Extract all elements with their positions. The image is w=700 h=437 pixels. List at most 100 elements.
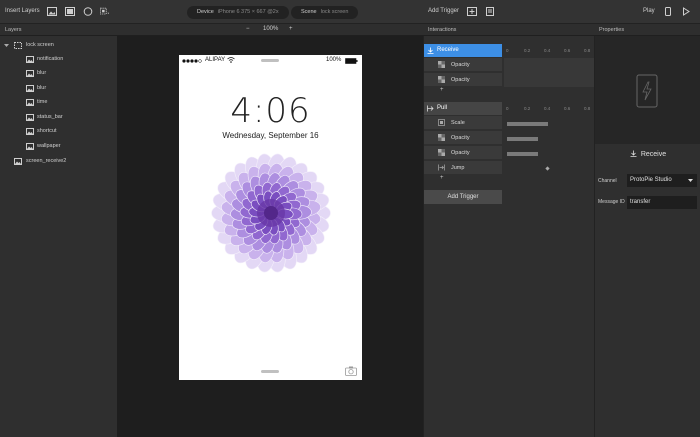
- battery-icon: [345, 58, 358, 64]
- opacity-icon: [438, 134, 445, 141]
- response-opacity[interactable]: Opacity: [424, 146, 502, 160]
- scene-selector[interactable]: Scene lock screen: [291, 6, 359, 19]
- opacity-icon: [438, 76, 445, 83]
- ruler-tick: 0.4: [544, 48, 551, 53]
- jump-keyframe[interactable]: [545, 166, 550, 171]
- layer-item-lock-screen[interactable]: lock screen: [0, 39, 117, 52]
- ruler-tick: 0.8: [584, 48, 591, 53]
- trigger-name: Pull: [437, 105, 448, 111]
- layer-item-blur[interactable]: blur: [0, 82, 117, 95]
- receive-icon: [630, 150, 637, 157]
- pull-icon: [427, 105, 434, 112]
- layer-item-wallpaper[interactable]: wallpaper: [0, 140, 117, 153]
- message-id-label: Message ID: [598, 199, 625, 205]
- response-label: Scale: [451, 120, 465, 126]
- response-opacity[interactable]: Opacity: [424, 73, 502, 87]
- chevron-down-icon: [688, 179, 693, 182]
- image-layer-icon: [26, 143, 34, 150]
- interactions-panel: Receive 0 0.2 0.4 0.6 0.8 Opacity Opacit…: [423, 36, 594, 437]
- rectangle-icon[interactable]: [65, 7, 75, 16]
- channel-select[interactable]: ProtoPie Studio: [627, 174, 697, 187]
- trigger-preview: [595, 36, 700, 144]
- trigger-title-text: Receive: [640, 151, 667, 158]
- layer-label: blur: [37, 85, 47, 91]
- image-layer-icon: [26, 99, 34, 106]
- container-dropdown-icon[interactable]: [100, 7, 110, 16]
- device-preview-icon[interactable]: [663, 7, 673, 16]
- add-trigger-button[interactable]: Add Trigger: [424, 190, 502, 204]
- receive-icon: [427, 47, 434, 54]
- add-trigger-toolbar-button[interactable]: Add Trigger: [428, 8, 459, 14]
- trigger-name: Receive: [437, 47, 459, 53]
- zoom-level[interactable]: 100%: [263, 26, 278, 32]
- layer-label: wallpaper: [37, 143, 61, 149]
- zoom-out-button[interactable]: −: [246, 26, 250, 32]
- layer-item-notification[interactable]: notification: [0, 53, 117, 66]
- interactions-panel-title: Interactions: [428, 27, 457, 33]
- opacity-duration-bar[interactable]: [507, 152, 538, 156]
- phone-receive-icon: [636, 74, 658, 108]
- layer-label: screen_receive2: [26, 158, 67, 164]
- opacity-icon: [438, 149, 445, 156]
- channel-value: ProtoPie Studio: [630, 177, 672, 183]
- jump-icon: [438, 164, 445, 171]
- response-jump[interactable]: Jump: [424, 161, 502, 175]
- zoom-in-button[interactable]: +: [289, 26, 293, 32]
- layer-label: notification: [37, 56, 64, 62]
- receive-timeline[interactable]: [504, 58, 594, 87]
- timeline-ruler: 0 0.2 0.4 0.6 0.8: [504, 102, 594, 115]
- trigger-receive[interactable]: Receive: [424, 44, 502, 57]
- add-trigger-icon[interactable]: [467, 7, 477, 16]
- play-label[interactable]: Play: [643, 8, 655, 14]
- layer-label: time: [37, 99, 48, 105]
- add-response-icon[interactable]: [485, 7, 495, 16]
- collapse-arrow-icon[interactable]: [4, 43, 9, 48]
- trigger-pull[interactable]: Pull: [424, 102, 502, 115]
- device-value: iPhone 6 375 × 667 @2x: [217, 9, 279, 15]
- response-opacity[interactable]: Opacity: [424, 131, 502, 145]
- response-label: Opacity: [451, 135, 470, 141]
- zoom-bar: − 100% +: [117, 24, 423, 36]
- interactions-panel-header: Interactions: [423, 24, 594, 36]
- device-selector[interactable]: Device iPhone 6 375 × 667 @2x: [187, 6, 289, 19]
- layer-item-status-bar[interactable]: status_bar: [0, 111, 117, 124]
- layer-item-time[interactable]: time: [0, 96, 117, 109]
- image-icon[interactable]: [47, 7, 57, 16]
- ellipse-icon[interactable]: [83, 7, 93, 16]
- message-id-input[interactable]: transfer: [627, 196, 697, 209]
- bottom-grabber: [261, 370, 279, 373]
- add-response-button[interactable]: +: [440, 87, 444, 93]
- properties-panel-header: Properties: [594, 24, 700, 36]
- layer-label: blur: [37, 70, 47, 76]
- play-icon[interactable]: [681, 7, 691, 16]
- scale-duration-bar[interactable]: [507, 122, 548, 126]
- lock-time: 4:06: [230, 91, 311, 131]
- ruler-tick: 0: [506, 48, 509, 53]
- response-scale[interactable]: Scale: [424, 116, 502, 130]
- layer-item-blur[interactable]: blur: [0, 67, 117, 80]
- insert-layers-label: Insert Layers: [5, 8, 40, 14]
- ruler-tick: 0.4: [544, 106, 551, 111]
- scene-label: Scene: [301, 9, 317, 15]
- image-layer-icon: [14, 158, 22, 165]
- response-label: Opacity: [451, 150, 470, 156]
- layer-item-shortcut[interactable]: shortcut: [0, 125, 117, 138]
- ruler-tick: 0.6: [564, 106, 571, 111]
- layers-panel: lock screen notification blur blur time …: [0, 36, 117, 437]
- image-layer-icon: [26, 85, 34, 92]
- layers-panel-title: Layers: [5, 27, 22, 33]
- status-bar: ALIPAY 100%: [179, 55, 362, 67]
- scene-value: lock screen: [320, 9, 349, 15]
- response-opacity[interactable]: Opacity: [424, 58, 502, 72]
- top-grabber: [261, 59, 279, 62]
- image-layer-icon: [26, 70, 34, 77]
- phone-screen[interactable]: ALIPAY 100% 4:06 Wednesday, September 16: [179, 55, 362, 380]
- camera-icon[interactable]: [345, 366, 357, 376]
- opacity-duration-bar[interactable]: [507, 137, 538, 141]
- device-label: Device: [197, 9, 214, 15]
- layer-item-screen-receive2[interactable]: screen_receive2: [0, 155, 117, 168]
- properties-panel-title: Properties: [599, 27, 625, 33]
- add-response-button[interactable]: +: [440, 175, 444, 181]
- ruler-tick: 0.2: [524, 48, 531, 53]
- carrier-label: ALIPAY: [205, 57, 226, 63]
